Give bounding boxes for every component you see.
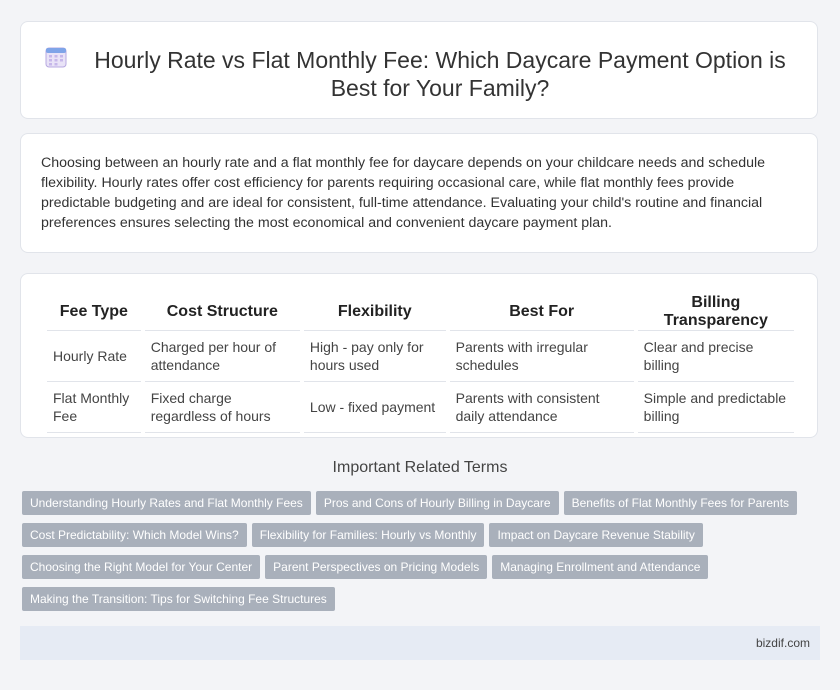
calendar-icon [45, 47, 67, 68]
table-cell: Clear and precise billing [637, 331, 794, 382]
table-cell: High - pay only for hours used [303, 331, 446, 382]
related-term-link[interactable]: Flexibility for Families: Hourly vs Mont… [251, 523, 485, 547]
related-term-link[interactable]: Understanding Hourly Rates and Flat Mont… [22, 491, 311, 515]
table-cell: Simple and predictable billing [637, 382, 794, 433]
intro-paragraph: Choosing between an hourly rate and a fl… [41, 155, 766, 231]
comparison-card: Fee Type Cost Structure Flexibility Best… [20, 273, 818, 438]
table-cell: Parents with irregular schedules [449, 331, 634, 382]
comparison-table: Fee Type Cost Structure Flexibility Best… [43, 294, 798, 433]
table-cell: Charged per hour of attendance [144, 331, 300, 382]
related-term-link[interactable]: Impact on Daycare Revenue Stability [489, 523, 703, 547]
table-cell: Fixed charge regardless of hours [144, 382, 300, 433]
related-terms-heading: Important Related Terms [332, 459, 508, 476]
intro-card: Choosing between an hourly rate and a fl… [20, 133, 818, 253]
column-header: Fee Type [47, 294, 141, 331]
related-term-link[interactable]: Benefits of Flat Monthly Fees for Parent… [563, 491, 798, 515]
table-row: Flat Monthly Fee Fixed charge regardless… [47, 382, 794, 433]
title-card: Hourly Rate vs Flat Monthly Fee: Which D… [20, 21, 818, 119]
related-term-link[interactable]: Pros and Cons of Hourly Billing in Dayca… [315, 491, 559, 515]
column-header: Best For [449, 294, 634, 331]
related-term-link[interactable]: Choosing the Right Model for Your Center [22, 555, 261, 579]
page-title: Hourly Rate vs Flat Monthly Fee: Which D… [94, 47, 786, 101]
related-term-link[interactable]: Cost Predictability: Which Model Wins? [22, 523, 247, 547]
related-term-link[interactable]: Making the Transition: Tips for Switchin… [22, 587, 335, 611]
table-row: Hourly Rate Charged per hour of attendan… [47, 331, 794, 382]
related-term-link[interactable]: Parent Perspectives on Pricing Models [265, 555, 488, 579]
footer: bizdif.com [20, 626, 820, 660]
column-header: Flexibility [303, 294, 446, 331]
column-header: Cost Structure [144, 294, 300, 331]
related-terms-list: Understanding Hourly Rates and Flat Mont… [22, 491, 812, 619]
column-header: Billing Transparency [637, 294, 794, 331]
footer-site-link[interactable]: bizdif.com [756, 636, 810, 650]
table-cell: Parents with consistent daily attendance [449, 382, 634, 433]
table-header-row: Fee Type Cost Structure Flexibility Best… [47, 294, 794, 331]
table-cell: Flat Monthly Fee [47, 382, 141, 433]
table-cell: Low - fixed payment [303, 382, 446, 433]
related-term-link[interactable]: Managing Enrollment and Attendance [492, 555, 709, 579]
table-cell: Hourly Rate [47, 331, 141, 382]
